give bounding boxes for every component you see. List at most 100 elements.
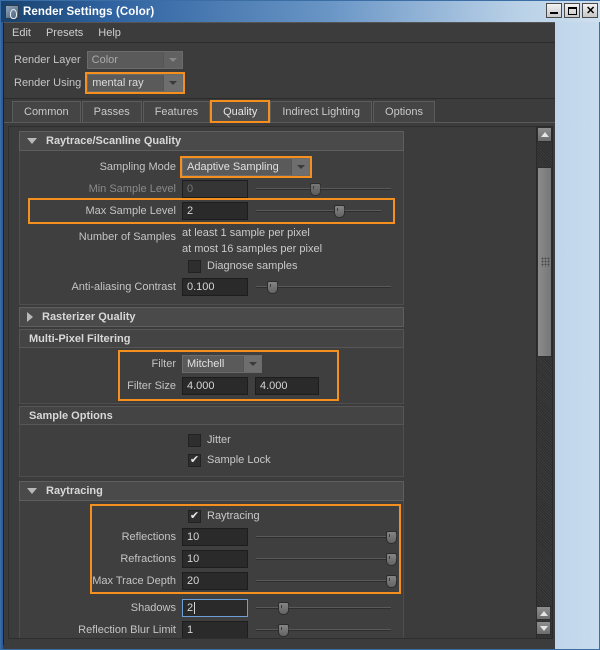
render-using-dropdown[interactable]: mental ray (85, 71, 186, 94)
slider-track (256, 629, 391, 631)
section-header-raytracing[interactable]: Raytracing (19, 481, 404, 501)
refractions-field[interactable]: 10 (182, 550, 248, 568)
max-trace-depth-slider[interactable] (256, 572, 397, 590)
jitter-row: Jitter (20, 430, 403, 450)
anti-aliasing-contrast-label: Anti-aliasing Contrast (71, 281, 176, 293)
tab-features[interactable]: Features (142, 101, 211, 122)
filter-size-x-field[interactable]: 4.000 (182, 377, 248, 395)
slider-knob[interactable] (277, 624, 289, 637)
refractions-label: Refractions (120, 553, 176, 565)
filter-size-y-field[interactable]: 4.000 (255, 377, 319, 395)
close-button[interactable]: ✕ (582, 3, 598, 18)
slider-knob[interactable] (385, 575, 397, 588)
max-trace-depth-row: Max Trace Depth 20 (20, 570, 403, 592)
raytracing-checkbox[interactable] (188, 509, 201, 523)
diagnose-samples-checkbox[interactable] (188, 259, 201, 273)
minimize-button[interactable] (546, 3, 562, 18)
section-body-raytracing: Raytracing Reflections 10 Refractions (19, 501, 404, 638)
max-sample-level-field[interactable]: 2 (182, 202, 248, 220)
render-layer-label: Render Layer (14, 53, 81, 66)
min-sample-level-label: Min Sample Level (88, 183, 176, 195)
shadows-field[interactable]: 2 (182, 599, 248, 617)
slider-knob[interactable] (385, 531, 397, 544)
anti-aliasing-contrast-slider[interactable] (256, 278, 391, 296)
section-body-sample-options: Jitter Sample Lock (19, 425, 404, 477)
tab-indirect-lighting[interactable]: Indirect Lighting (270, 101, 373, 122)
filter-dropdown[interactable]: Mitchell (182, 355, 262, 373)
reflections-slider[interactable] (256, 528, 397, 546)
scrollbar-trough[interactable] (537, 142, 552, 638)
tab-label: Common (24, 106, 69, 118)
window-title: Render Settings (Color) (23, 5, 155, 18)
sample-lock-label: Sample Lock (207, 454, 271, 466)
raytracing-label: Raytracing (207, 510, 260, 522)
slider-knob[interactable] (277, 602, 289, 615)
section-body-multi-pixel-filtering: Filter Mitchell Filter Size 4.000 4.000 (19, 348, 404, 404)
filter-label: Filter (151, 358, 176, 370)
reflection-blur-limit-label: Reflection Blur Limit (78, 624, 176, 636)
section-header-rasterizer-quality[interactable]: Rasterizer Quality (19, 307, 404, 327)
shadows-row: Shadows 2 (20, 597, 403, 619)
chevron-down-icon (163, 74, 183, 91)
tab-passes[interactable]: Passes (81, 101, 142, 122)
max-sample-level-slider[interactable] (256, 202, 381, 220)
reflections-label: Reflections (121, 531, 176, 543)
min-sample-level-slider[interactable] (256, 180, 391, 198)
triangle-right-icon (27, 312, 33, 322)
shadows-slider[interactable] (256, 599, 391, 617)
tab-quality[interactable]: Quality (210, 100, 271, 123)
slider-track (256, 558, 391, 560)
grip-icon (541, 257, 550, 267)
section-header-multi-pixel-filtering[interactable]: Multi-Pixel Filtering (19, 329, 404, 348)
slider-track (256, 188, 391, 190)
sampling-mode-value: Adaptive Sampling (187, 161, 279, 173)
sampling-mode-dropdown[interactable]: Adaptive Sampling (180, 156, 312, 178)
sample-lock-checkbox[interactable] (188, 453, 201, 467)
reflection-blur-limit-row: Reflection Blur Limit 1 (20, 619, 403, 638)
menu-item-presets[interactable]: Presets (46, 25, 92, 41)
reflection-blur-limit-slider[interactable] (256, 621, 391, 638)
max-trace-depth-field[interactable]: 20 (182, 572, 248, 590)
section-header-sample-options[interactable]: Sample Options (19, 406, 404, 425)
slider-track (256, 536, 391, 538)
slider-knob[interactable] (310, 183, 321, 196)
chevron-down-icon (162, 51, 182, 68)
refractions-slider[interactable] (256, 550, 397, 568)
window-bottom-edge (3, 645, 555, 649)
reflections-field[interactable]: 10 (182, 528, 248, 546)
slider-knob[interactable] (385, 553, 397, 566)
slider-knob[interactable] (266, 281, 278, 294)
sample-lock-row: Sample Lock (20, 450, 403, 470)
max-trace-depth-label: Max Trace Depth (92, 575, 176, 587)
triangle-down-icon (27, 488, 37, 494)
title-bar[interactable]: Render Settings (Color) ✕ (1, 1, 600, 22)
tab-bar: Common Passes Features Quality Indirect … (4, 99, 555, 123)
triangle-down-icon (27, 138, 37, 144)
settings-scroll-pane[interactable]: Raytrace/Scanline Quality Sampling Mode … (8, 126, 536, 639)
menu-item-help[interactable]: Help (98, 25, 130, 41)
filter-row: Filter Mitchell (20, 353, 403, 375)
scroll-bottom-buttons (536, 606, 551, 635)
tab-common[interactable]: Common (12, 101, 81, 122)
tab-options[interactable]: Options (373, 101, 435, 122)
quality-tab-content: Raytrace/Scanline Quality Sampling Mode … (4, 123, 555, 639)
sampling-mode-label: Sampling Mode (99, 161, 176, 173)
render-layer-dropdown[interactable]: Color (86, 50, 183, 69)
min-sample-level-field[interactable]: 0 (182, 180, 248, 198)
anti-aliasing-contrast-field[interactable]: 0.100 (182, 278, 248, 296)
jitter-checkbox[interactable] (188, 433, 201, 447)
slider-knob[interactable] (333, 205, 345, 218)
scrollbar-thumb[interactable] (537, 167, 552, 357)
tab-label: Indirect Lighting (282, 106, 361, 118)
maximize-button[interactable] (564, 3, 580, 18)
scroll-up-small-button[interactable] (536, 606, 551, 620)
scroll-up-button[interactable] (537, 127, 552, 142)
max-sample-level-row: Max Sample Level 2 (28, 198, 395, 224)
reflection-blur-limit-field[interactable]: 1 (182, 621, 248, 638)
max-sample-level-label: Max Sample Level (85, 205, 177, 217)
menu-item-edit[interactable]: Edit (12, 25, 40, 41)
vertical-scrollbar[interactable] (536, 126, 553, 639)
section-header-raytrace-scanline-quality[interactable]: Raytrace/Scanline Quality (19, 131, 404, 151)
number-of-samples-row: Number of Samples at least 1 sample per … (20, 222, 403, 256)
scroll-down-small-button[interactable] (536, 621, 551, 635)
